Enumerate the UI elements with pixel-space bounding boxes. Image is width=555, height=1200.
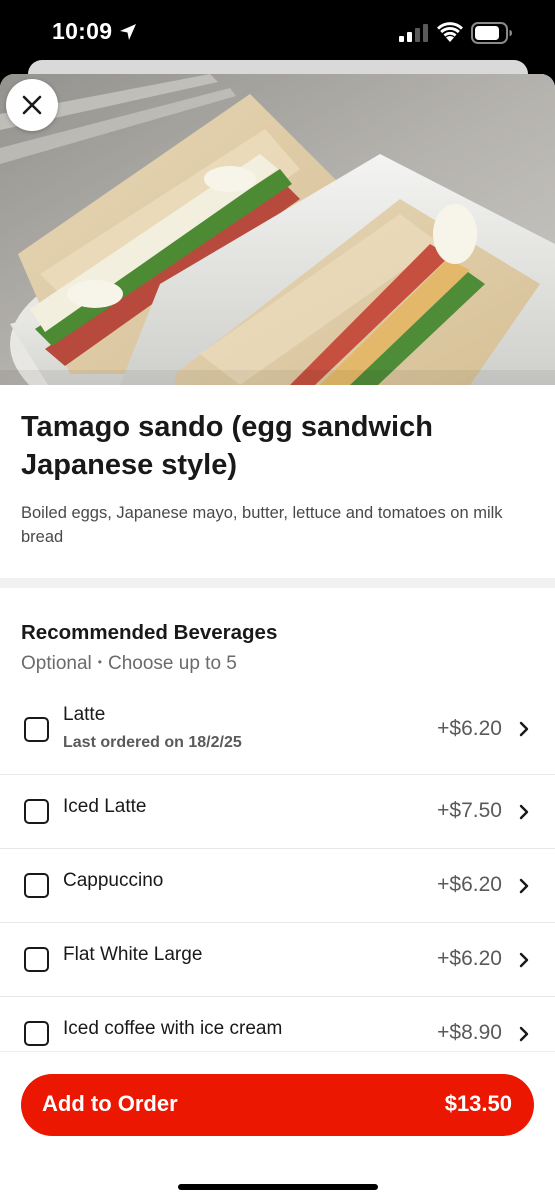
section-divider <box>0 578 555 588</box>
option-checkbox[interactable] <box>24 947 49 972</box>
separator-dot: • <box>97 655 102 669</box>
close-button[interactable] <box>6 79 58 131</box>
optional-label: Optional <box>21 653 92 674</box>
status-time: 10:09 <box>52 18 113 44</box>
section-requirements: Optional • Choose up to 5 <box>21 653 237 675</box>
chevron-right-icon <box>519 878 529 894</box>
bottom-action-bar: Add to Order $13.50 <box>0 1051 555 1200</box>
chevron-right-icon <box>519 952 529 968</box>
close-icon <box>22 95 42 115</box>
item-detail-sheet: Tamago sando (egg sandwich Japanese styl… <box>0 74 555 1200</box>
option-checkbox[interactable] <box>24 1021 49 1046</box>
option-price: +$8.90 <box>437 1021 502 1044</box>
option-price: +$6.20 <box>437 717 502 740</box>
add-to-order-label: Add to Order <box>42 1091 178 1116</box>
option-checkbox[interactable] <box>24 873 49 898</box>
chevron-right-icon <box>519 1026 529 1042</box>
option-row-iced-latte[interactable]: Iced Latte +$7.50 <box>0 775 555 849</box>
chevron-right-icon <box>519 804 529 820</box>
option-price: +$6.20 <box>437 947 502 970</box>
option-row-flat-white-large[interactable]: Flat White Large +$6.20 <box>0 923 555 997</box>
cellular-signal-icon <box>399 24 428 42</box>
option-name: Cappuccino <box>63 870 164 891</box>
option-checkbox[interactable] <box>24 717 49 742</box>
option-price: +$7.50 <box>437 799 502 822</box>
battery-icon <box>471 22 512 44</box>
option-name: Iced Latte <box>63 796 147 817</box>
home-indicator[interactable] <box>178 1184 378 1190</box>
option-name: Iced coffee with ice cream <box>63 1018 283 1039</box>
item-description: Boiled eggs, Japanese mayo, butter, lett… <box>21 504 503 546</box>
option-last-ordered: Last ordered on 18/2/25 <box>63 734 242 751</box>
order-total-price: $13.50 <box>444 1091 512 1116</box>
location-arrow-icon <box>120 24 136 40</box>
beverage-options-list: Latte Last ordered on 18/2/25 +$6.20 Ice… <box>0 690 555 1071</box>
item-photo <box>0 74 555 385</box>
option-row-cappuccino[interactable]: Cappuccino +$6.20 <box>0 849 555 923</box>
option-name: Flat White Large <box>63 944 203 965</box>
chevron-right-icon <box>519 721 529 737</box>
option-price: +$6.20 <box>437 873 502 896</box>
wifi-icon <box>437 22 463 42</box>
option-checkbox[interactable] <box>24 799 49 824</box>
choose-limit-label: Choose up to 5 <box>107 653 237 674</box>
option-row-latte[interactable]: Latte Last ordered on 18/2/25 +$6.20 <box>0 690 555 775</box>
section-title: Recommended Beverages <box>21 621 278 644</box>
item-title: Tamago sando (egg sandwich Japanese styl… <box>21 411 433 481</box>
option-name: Latte <box>63 704 106 725</box>
add-to-order-button[interactable]: Add to Order $13.50 <box>21 1074 534 1136</box>
